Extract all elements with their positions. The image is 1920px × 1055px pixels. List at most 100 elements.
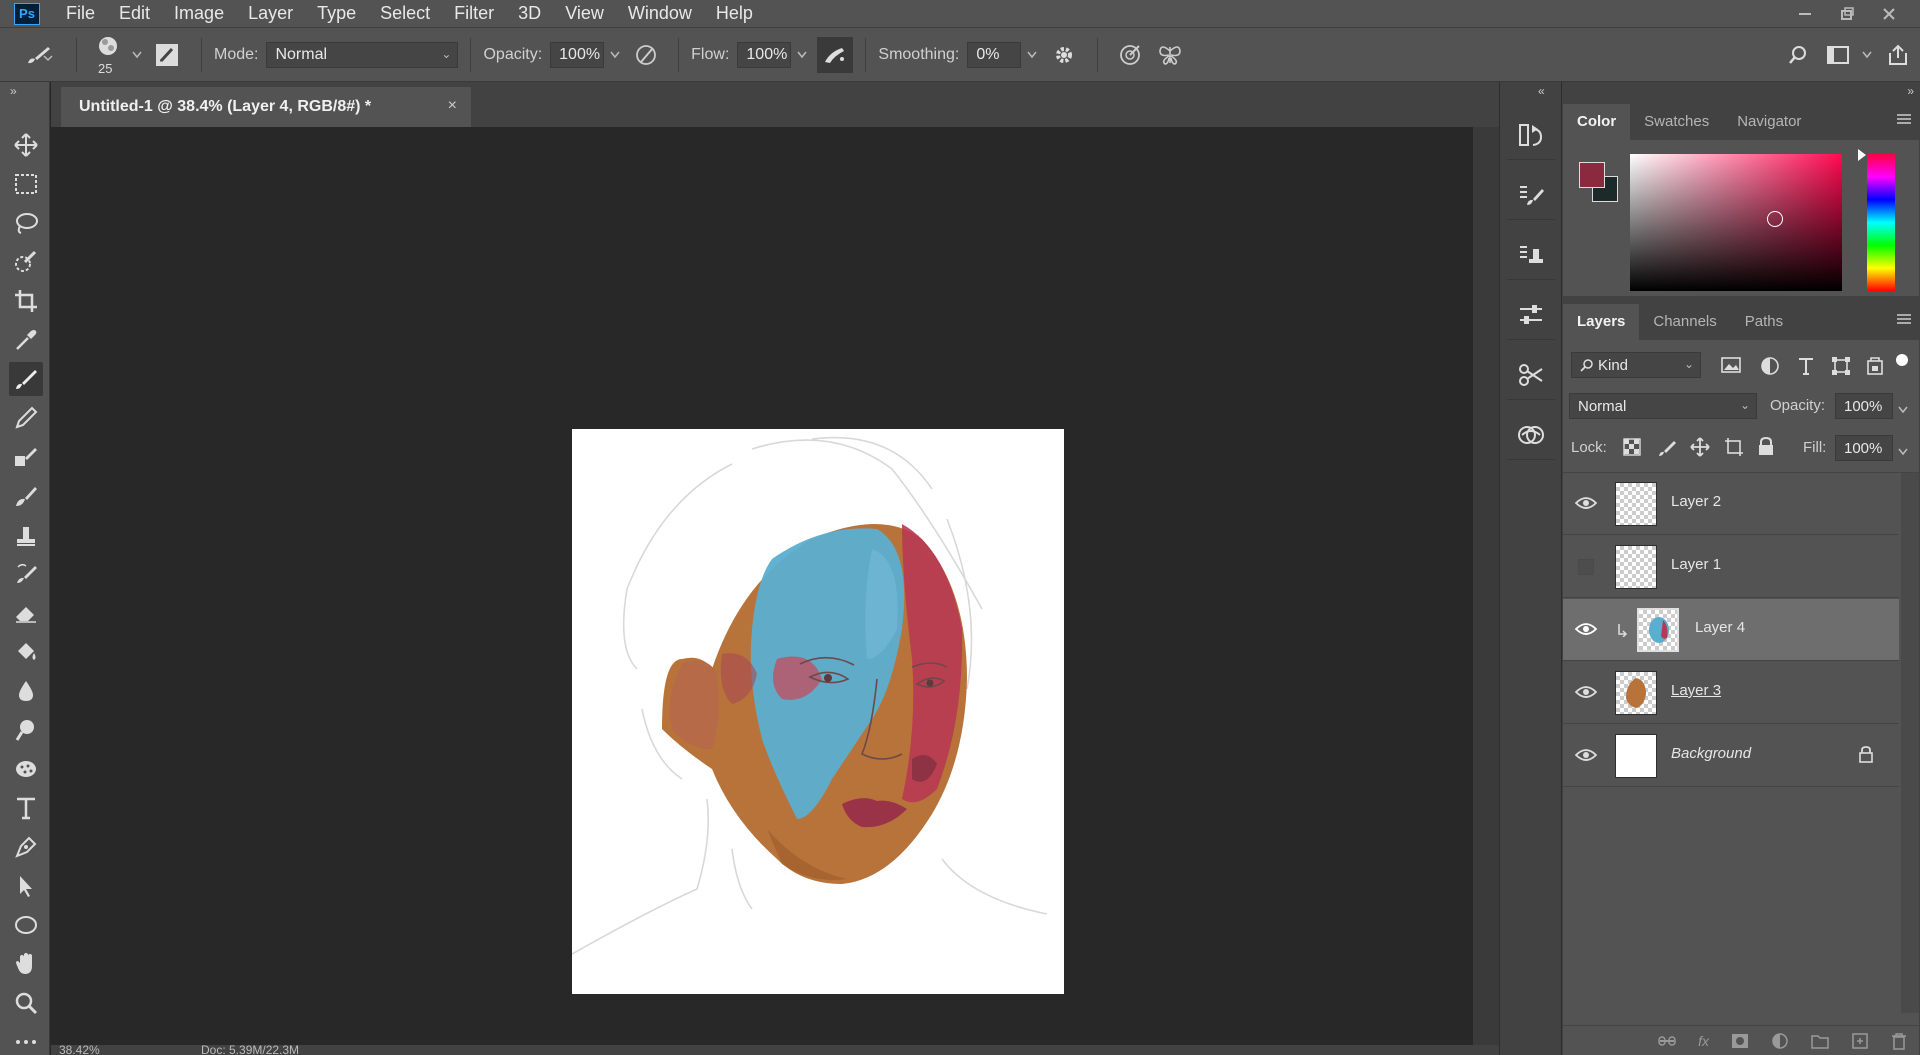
eye-icon[interactable] xyxy=(1575,683,1597,701)
eye-icon[interactable] xyxy=(1575,746,1597,764)
canvas-workspace[interactable] xyxy=(51,127,1473,1045)
brush-settings-icon[interactable] xyxy=(1507,170,1555,220)
type-tool-icon[interactable] xyxy=(9,791,43,825)
menu-3d[interactable]: 3D xyxy=(506,0,553,27)
clone-stamp-tool-icon[interactable] xyxy=(9,518,43,552)
smoothing-input[interactable]: 0% xyxy=(967,41,1022,68)
layer-filter-dropdown[interactable]: Kind ⌄ xyxy=(1571,352,1701,378)
close-document-icon[interactable]: × xyxy=(448,97,457,115)
zoom-tool-icon[interactable] xyxy=(9,986,43,1020)
blend-mode-dropdown[interactable]: Normal ⌄ xyxy=(1569,393,1757,419)
tab-color[interactable]: Color xyxy=(1563,104,1631,140)
menu-edit[interactable]: Edit xyxy=(107,0,162,27)
chevron-down-icon[interactable] xyxy=(1898,443,1908,461)
lasso-tool-icon[interactable] xyxy=(9,206,43,240)
foreground-color-swatch[interactable] xyxy=(1579,162,1605,188)
panel-menu-icon[interactable] xyxy=(1897,112,1911,128)
close-window-icon[interactable] xyxy=(1868,0,1910,27)
blur-tool-icon[interactable] xyxy=(9,674,43,708)
airbrush-icon[interactable] xyxy=(817,36,854,73)
eye-icon[interactable] xyxy=(1575,620,1597,638)
document-tab[interactable]: Untitled-1 @ 38.4% (Layer 4, RGB/8#) * × xyxy=(61,87,471,127)
menu-filter[interactable]: Filter xyxy=(442,0,506,27)
eye-icon[interactable] xyxy=(1575,494,1597,512)
adjustments-icon[interactable] xyxy=(1507,290,1555,340)
libraries-icon[interactable] xyxy=(1507,410,1555,460)
workspace-icon[interactable] xyxy=(1818,45,1858,65)
menu-layer[interactable]: Layer xyxy=(236,0,305,27)
symmetry-butterfly-icon[interactable] xyxy=(1150,43,1190,67)
filter-shape-icon[interactable] xyxy=(1831,356,1851,381)
ellipse-tool-icon[interactable] xyxy=(9,908,43,942)
chevron-down-icon[interactable] xyxy=(1898,401,1908,419)
pencil-tool-icon[interactable] xyxy=(9,401,43,435)
color-picker-field[interactable] xyxy=(1630,154,1842,291)
delete-layer-icon[interactable] xyxy=(1891,1032,1907,1050)
lock-position-icon[interactable] xyxy=(1690,437,1710,462)
marquee-tool-icon[interactable] xyxy=(9,167,43,201)
opacity-input[interactable]: 100% xyxy=(550,41,605,68)
hand-tool-icon[interactable] xyxy=(9,947,43,981)
minimize-icon[interactable] xyxy=(1784,0,1826,27)
search-icon[interactable] xyxy=(1778,44,1818,66)
chevron-down-icon[interactable] xyxy=(1858,51,1876,59)
pressure-opacity-icon[interactable] xyxy=(626,42,666,68)
filter-smart-object-icon[interactable] xyxy=(1865,356,1885,381)
menu-window[interactable]: Window xyxy=(616,0,704,27)
tab-paths[interactable]: Paths xyxy=(1731,304,1797,340)
tab-swatches[interactable]: Swatches xyxy=(1630,104,1723,140)
layer-row-layer-2[interactable]: Layer 2 xyxy=(1563,473,1899,535)
history-brush-tool-icon[interactable] xyxy=(9,557,43,591)
tab-navigator[interactable]: Navigator xyxy=(1723,104,1815,140)
more-tools-icon[interactable] xyxy=(9,1025,43,1055)
menu-type[interactable]: Type xyxy=(305,0,368,27)
link-layers-icon[interactable] xyxy=(1658,1034,1676,1048)
chevron-down-icon[interactable] xyxy=(1021,51,1043,59)
filter-pixel-icon[interactable] xyxy=(1721,356,1741,379)
document-canvas[interactable] xyxy=(571,429,1064,994)
sponge-tool-icon[interactable] xyxy=(9,752,43,786)
brush-size-picker[interactable]: 25 xyxy=(89,32,129,78)
layer-row-layer-3[interactable]: Layer 3 xyxy=(1563,662,1899,724)
brush-tool-icon[interactable] xyxy=(9,362,43,396)
brush-settings-panel-icon[interactable] xyxy=(145,43,189,67)
flow-input[interactable]: 100% xyxy=(737,41,792,68)
fx-icon[interactable]: fx xyxy=(1698,1033,1709,1049)
filter-toggle-icon[interactable] xyxy=(1896,354,1908,366)
tool-presets-icon[interactable] xyxy=(1507,350,1555,400)
pen-tool-icon[interactable] xyxy=(9,830,43,864)
move-tool-icon[interactable] xyxy=(9,128,43,162)
layer-opacity-input[interactable]: 100% xyxy=(1835,393,1893,419)
chevron-down-icon[interactable] xyxy=(791,51,813,59)
dodge-tool-icon[interactable] xyxy=(9,713,43,747)
new-group-icon[interactable] xyxy=(1811,1033,1829,1049)
collapse-toolbar-icon[interactable]: » xyxy=(10,84,17,98)
visibility-toggle-off[interactable] xyxy=(1578,559,1594,575)
restore-icon[interactable] xyxy=(1826,0,1868,27)
hue-slider[interactable] xyxy=(1858,149,1895,291)
lock-pixels-icon[interactable] xyxy=(1657,438,1677,463)
chevron-down-icon[interactable] xyxy=(604,51,626,59)
clone-source-icon[interactable] xyxy=(1507,230,1555,280)
adjustment-layer-icon[interactable] xyxy=(1771,1032,1789,1050)
vertical-scrollbar[interactable] xyxy=(1473,127,1499,1045)
status-zoom[interactable]: 38.42% xyxy=(59,1043,100,1055)
mode-dropdown[interactable]: Normal ⌄ xyxy=(266,41,459,68)
collapse-dock-icon[interactable]: « xyxy=(1538,84,1545,98)
tab-channels[interactable]: Channels xyxy=(1639,304,1730,340)
history-panel-icon[interactable] xyxy=(1507,110,1555,160)
mixer-brush-tool-icon[interactable] xyxy=(9,479,43,513)
filter-adjustment-icon[interactable] xyxy=(1760,356,1780,381)
paint-bucket-tool-icon[interactable] xyxy=(9,635,43,669)
healing-brush-tool-icon[interactable] xyxy=(9,440,43,474)
layer-row-layer-1[interactable]: Layer 1 xyxy=(1563,536,1899,598)
new-layer-icon[interactable] xyxy=(1851,1032,1869,1050)
path-selection-tool-icon[interactable] xyxy=(9,869,43,903)
menu-help[interactable]: Help xyxy=(704,0,765,27)
filter-type-icon[interactable] xyxy=(1797,356,1815,381)
menu-select[interactable]: Select xyxy=(368,0,442,27)
hue-slider-handle[interactable] xyxy=(1858,149,1866,161)
add-mask-icon[interactable] xyxy=(1731,1033,1749,1049)
collapse-panels-icon[interactable]: » xyxy=(1907,84,1914,98)
crop-tool-icon[interactable] xyxy=(9,284,43,318)
